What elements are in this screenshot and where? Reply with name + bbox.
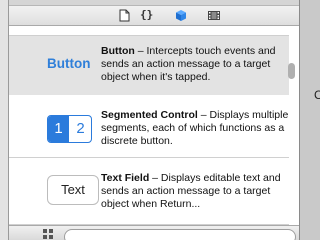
segment-one: 1 <box>48 116 69 142</box>
utilities-library-panel: {} Button Button – Intercepts touch even… <box>9 0 299 240</box>
editor-canvas <box>300 0 320 240</box>
button-preview: Button <box>47 56 91 71</box>
library-item-description: Text Field – Displays editable text and … <box>101 172 289 211</box>
library-item-segmented-control[interactable]: 1 2 Segmented Control – Displays multipl… <box>9 95 289 158</box>
library-selector-bar: {} <box>9 6 299 26</box>
media-library-icon[interactable] <box>207 9 221 22</box>
grid-view-icon[interactable] <box>43 229 53 239</box>
library-item-description: Button – Intercepts touch events and sen… <box>101 45 289 84</box>
text-field-preview: Text <box>47 175 99 205</box>
scrollbar-thumb[interactable] <box>288 63 295 79</box>
object-library-icon[interactable] <box>174 9 188 22</box>
library-item-description: Segmented Control – Displays multiple se… <box>101 109 289 148</box>
library-item-title: Button <box>101 45 135 57</box>
segmented-control-preview: 1 2 <box>47 115 92 143</box>
file-template-icon[interactable] <box>117 9 131 22</box>
canvas-partial-text: C <box>314 88 320 102</box>
library-item-text-field[interactable]: Text Text Field – Displays editable text… <box>9 158 289 225</box>
segment-two: 2 <box>76 120 85 137</box>
library-filter-bar <box>9 225 299 240</box>
library-item-title: Segmented Control <box>101 109 198 121</box>
filter-search-input[interactable] <box>64 229 296 240</box>
library-item-title: Text Field <box>101 172 150 184</box>
code-snippet-icon[interactable]: {} <box>140 8 154 21</box>
library-item-button[interactable]: Button Button – Intercepts touch events … <box>9 35 289 96</box>
